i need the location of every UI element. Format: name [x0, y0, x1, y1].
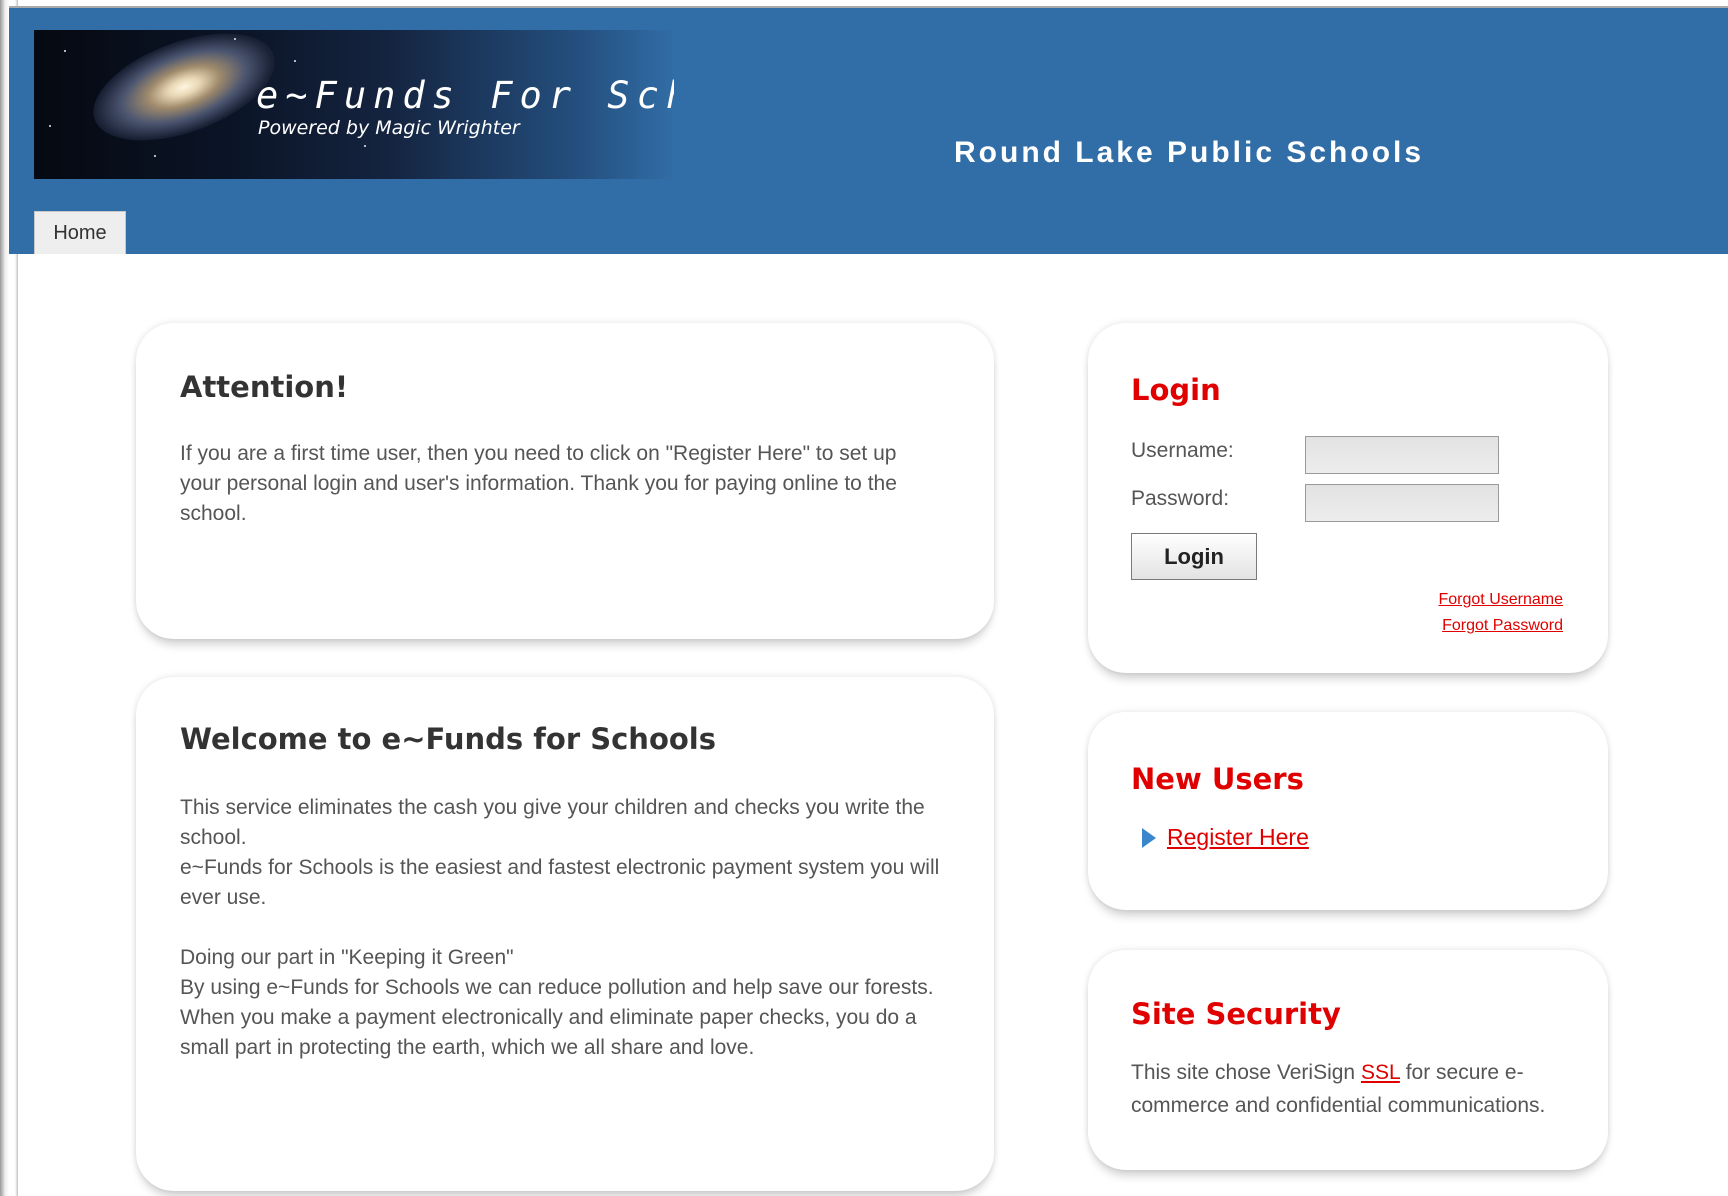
welcome-title: Welcome to e~Funds for Schools	[180, 722, 716, 756]
attention-panel: Attention! If you are a first time user,…	[136, 323, 994, 639]
site-header: e~Funds For Schools Powered by Magic Wri…	[9, 6, 1728, 254]
new-users-title: New Users	[1131, 762, 1304, 796]
tab-home[interactable]: Home	[34, 211, 126, 254]
attention-text: If you are a first time user, then you n…	[180, 442, 897, 525]
welcome-panel: Welcome to e~Funds for Schools This serv…	[136, 677, 994, 1191]
district-name: Round Lake Public Schools	[954, 136, 1425, 169]
password-label: Password:	[1131, 487, 1230, 510]
new-users-panel: New Users Register Here	[1088, 712, 1608, 910]
site-security-text: This site chose VeriSign SSL for secure …	[1131, 1056, 1561, 1122]
site-logo-subtitle: Powered by Magic Wrighter	[258, 117, 520, 139]
login-button[interactable]: Login	[1131, 533, 1257, 580]
welcome-text-1: This service eliminates the cash you giv…	[180, 796, 925, 849]
forgot-password-link[interactable]: Forgot Password	[1442, 617, 1563, 635]
site-banner: e~Funds For Schools Powered by Magic Wri…	[34, 30, 674, 179]
security-text-start: This site chose VeriSign	[1131, 1061, 1361, 1084]
welcome-text-2: e~Funds for Schools is the easiest and f…	[180, 856, 940, 909]
star-dot	[364, 145, 366, 147]
star-dot	[49, 125, 51, 127]
ssl-link[interactable]: SSL	[1361, 1061, 1400, 1084]
register-here-link[interactable]: Register Here	[1167, 824, 1309, 851]
welcome-text-3: By using e~Funds for Schools we can redu…	[180, 976, 934, 1059]
site-security-panel: Site Security This site chose VeriSign S…	[1088, 950, 1608, 1170]
star-dot	[234, 38, 236, 40]
site-logo-title: e~Funds For Schools	[256, 74, 674, 117]
arrow-right-icon	[1142, 828, 1156, 848]
star-dot	[64, 50, 66, 52]
login-title: Login	[1131, 373, 1221, 407]
login-panel: Login Username: Password: Login Forgot U…	[1088, 323, 1608, 673]
password-input[interactable]	[1305, 484, 1499, 522]
username-input[interactable]	[1305, 436, 1499, 474]
attention-title: Attention!	[180, 370, 349, 404]
star-dot	[294, 60, 296, 62]
username-label: Username:	[1131, 439, 1234, 462]
site-security-title: Site Security	[1131, 997, 1341, 1031]
star-dot	[154, 155, 156, 157]
green-heading: Doing our part in "Keeping it Green"	[180, 946, 514, 969]
forgot-username-link[interactable]: Forgot Username	[1439, 591, 1564, 609]
